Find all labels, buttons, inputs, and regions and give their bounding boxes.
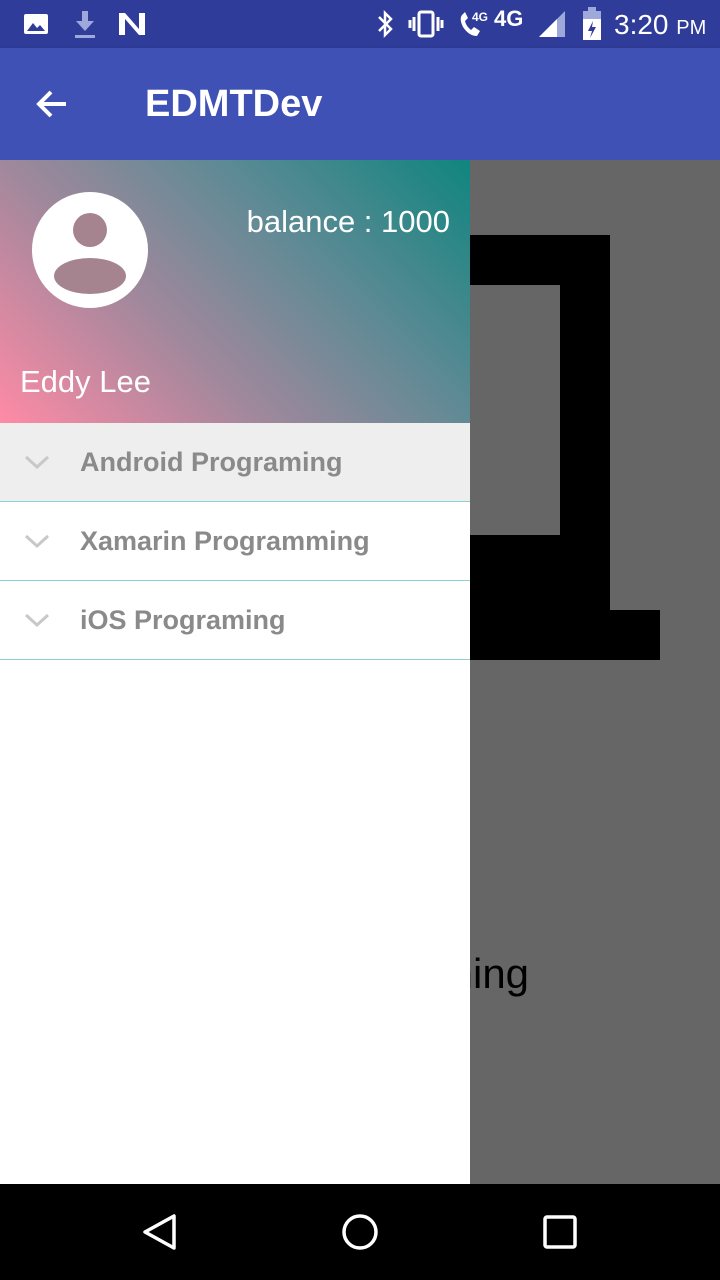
bluetooth-icon xyxy=(372,0,398,48)
menu-item-label: Android Programing xyxy=(80,447,343,477)
system-navigation-bar xyxy=(0,1184,720,1280)
account-circle-icon xyxy=(54,213,126,294)
back-triangle-icon xyxy=(143,1214,176,1250)
status-time: 3:20 PM xyxy=(614,8,706,45)
home-circle-icon xyxy=(342,1214,378,1250)
nav-back-button[interactable] xyxy=(130,1202,190,1262)
call-network-label: 4G xyxy=(472,10,489,24)
avatar[interactable] xyxy=(32,192,148,308)
image-icon xyxy=(22,0,50,48)
nav-home-button[interactable] xyxy=(330,1202,390,1262)
wifi-call-icon: 4G xyxy=(450,0,490,48)
app-bar: EDMTDev xyxy=(0,48,720,160)
recents-square-icon xyxy=(543,1215,577,1249)
chevron-down-icon xyxy=(24,455,50,470)
menu-item-xamarin-programming[interactable]: Xamarin Programming xyxy=(0,502,470,581)
battery-icon xyxy=(578,0,606,48)
user-name: Eddy Lee xyxy=(20,364,151,399)
vibrate-icon xyxy=(406,0,446,48)
status-bar: 4G 4G 3:20 PM xyxy=(0,0,720,48)
n-icon xyxy=(116,0,148,48)
back-button[interactable] xyxy=(20,72,84,136)
menu-item-android-programing[interactable]: Android Programing xyxy=(0,423,470,502)
chevron-down-icon xyxy=(24,534,50,549)
status-time-ampm: PM xyxy=(676,17,707,39)
drawer-menu: Android Programing Xamarin Programming i… xyxy=(0,423,470,660)
balance-label: balance : 1000 xyxy=(246,204,450,239)
signal-icon xyxy=(536,0,568,48)
drawer-header: balance : 1000 Eddy Lee xyxy=(0,160,470,423)
status-time-value: 3:20 xyxy=(614,9,669,40)
menu-item-label: Xamarin Programming xyxy=(80,526,370,556)
arrow-back-icon xyxy=(36,90,66,118)
network-type-label: 4G xyxy=(494,6,524,31)
download-icon xyxy=(72,0,98,48)
nav-recents-button[interactable] xyxy=(530,1202,590,1262)
chevron-down-icon xyxy=(24,613,50,628)
navigation-drawer: balance : 1000 Eddy Lee Android Programi… xyxy=(0,160,470,1184)
menu-item-label: iOS Programing xyxy=(80,605,286,635)
page-title: EDMTDev xyxy=(145,83,323,125)
menu-item-ios-programing[interactable]: iOS Programing xyxy=(0,581,470,660)
